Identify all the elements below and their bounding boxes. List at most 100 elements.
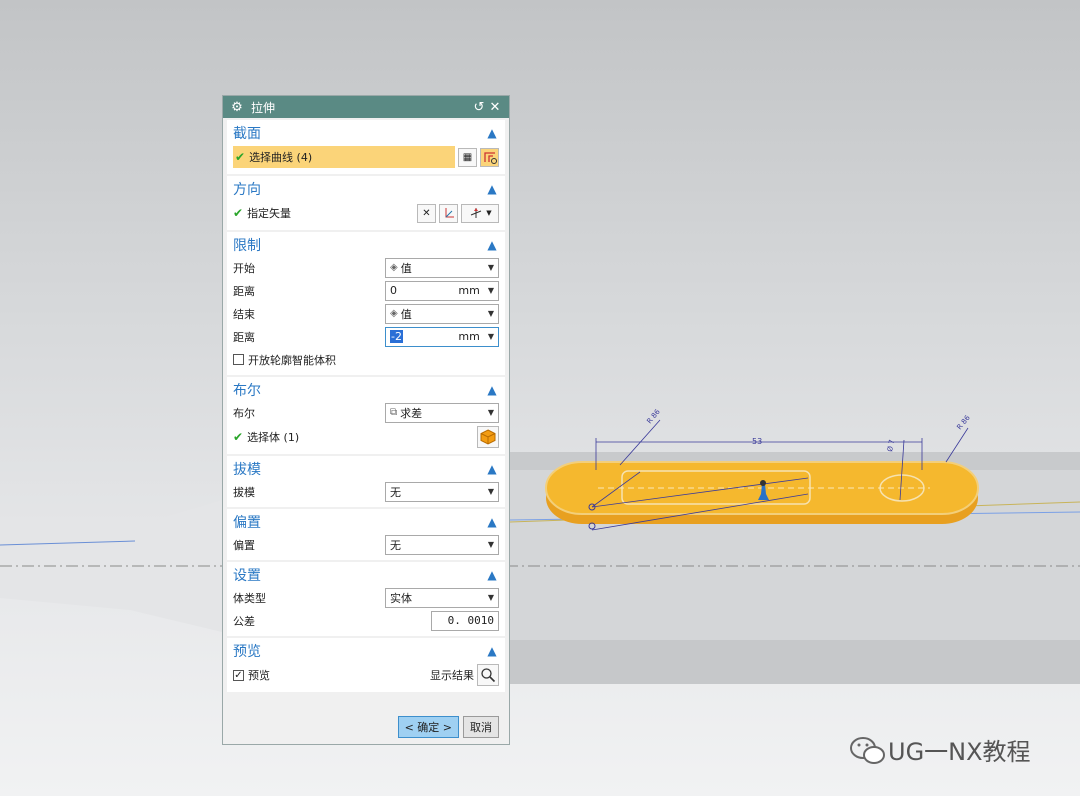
show-result-label: 显示结果 <box>430 669 474 682</box>
dialog-title: 拉伸 <box>251 100 276 115</box>
tolerance-label: 公差 <box>233 614 255 628</box>
preview-header[interactable]: 预览 ▲ <box>233 640 499 662</box>
settings-title: 设置 <box>233 568 261 584</box>
distance1-unit: mm <box>458 284 480 297</box>
chevron-up-icon[interactable]: ▲ <box>485 383 499 397</box>
cancel-button[interactable]: 取消 <box>463 716 499 738</box>
close-icon[interactable]: ✕ <box>487 100 503 115</box>
draft-title: 拔模 <box>233 462 261 478</box>
draft-panel: 拔模 ▲ 拔模 无 ▼ <box>227 456 505 507</box>
distance1-value: 0 <box>390 284 397 297</box>
offset-header[interactable]: 偏置 ▲ <box>233 511 499 533</box>
boolean-select-value: 求差 <box>400 406 423 420</box>
preview-checkbox[interactable]: ✓ <box>233 669 244 681</box>
limits-panel: 限制 ▲ 开始 ◈ 值 ▼ 距离 0 mm ▼ 结束 ◈ 值 ▼ 距离 -2 m… <box>227 232 505 375</box>
body-type-select[interactable]: 实体 ▼ <box>385 587 499 608</box>
end-select[interactable]: ◈ 值 ▼ <box>385 303 499 324</box>
chevron-down-icon: ▼ <box>487 286 494 295</box>
open-profile-label: 开放轮廓智能体积 <box>248 353 336 367</box>
chevron-up-icon[interactable]: ▲ <box>485 515 499 529</box>
direction-panel: 方向 ▲ ✔ 指定矢量 ✕ ▼ <box>227 176 505 230</box>
boolean-header[interactable]: 布尔 ▲ <box>233 379 499 401</box>
offset-label: 偏置 <box>233 538 255 552</box>
graphics-viewport[interactable]: 53 R 86 R 86 Ø 7 <box>0 0 1080 796</box>
dim-label-top-left: R 86 <box>645 407 662 425</box>
value-cube-icon: ◈ <box>390 262 398 273</box>
boolean-label: 布尔 <box>233 406 255 420</box>
specify-vector-label: 指定矢量 <box>247 207 292 220</box>
chevron-down-icon: ▼ <box>487 309 494 318</box>
curve-select-icon[interactable] <box>480 147 499 167</box>
preview-panel: 预览 ▲ ✓ 预览 显示结果 <box>227 638 505 692</box>
watermark-text: UG一NX教程 <box>888 738 1031 766</box>
offset-select-value: 无 <box>390 538 401 552</box>
draft-label: 拔模 <box>233 485 255 499</box>
boolean-title: 布尔 <box>233 383 261 399</box>
start-label: 开始 <box>233 261 255 275</box>
body-type-label: 体类型 <box>233 591 266 605</box>
chevron-down-icon: ▼ <box>487 487 494 496</box>
body-type-select-value: 实体 <box>390 591 412 605</box>
preview-title: 预览 <box>233 644 261 660</box>
distance1-label: 距离 <box>233 284 255 298</box>
magnifier-icon[interactable] <box>477 664 499 686</box>
ok-button[interactable]: < 确定 > <box>397 716 459 738</box>
offset-title: 偏置 <box>233 515 261 531</box>
subtract-icon: ⧉ <box>390 407 398 418</box>
chevron-up-icon[interactable]: ▲ <box>485 644 499 658</box>
vector-type-dropdown[interactable]: ▼ <box>461 203 499 223</box>
select-body-label: 选择体 (1) <box>247 431 300 444</box>
chevron-up-icon[interactable]: ▲ <box>485 462 499 476</box>
start-select-value: 值 <box>400 261 412 275</box>
distance2-input[interactable]: -2 mm ▼ <box>385 326 499 347</box>
reset-icon[interactable]: ↺ <box>471 100 487 115</box>
section-panel: 截面 ▲ ✔ 选择曲线 (4) ▦ <box>227 120 505 174</box>
chevron-down-icon: ▼ <box>487 540 494 549</box>
chevron-up-icon[interactable]: ▲ <box>485 126 499 140</box>
distance2-label: 距离 <box>233 330 255 344</box>
end-select-value: 值 <box>400 307 412 321</box>
open-profile-checkbox[interactable] <box>233 354 244 365</box>
watermark: UG一NX教程 <box>848 732 1031 767</box>
solid-body-icon[interactable] <box>477 426 499 448</box>
dim-label-53: 53 <box>752 437 762 446</box>
draft-header[interactable]: 拔模 ▲ <box>233 458 499 480</box>
draft-select[interactable]: 无 ▼ <box>385 481 499 502</box>
dialog-titlebar[interactable]: ⚙ 拉伸 ↺ ✕ <box>223 96 509 118</box>
limits-header[interactable]: 限制 ▲ <box>233 234 499 256</box>
start-select[interactable]: ◈ 值 ▼ <box>385 257 499 278</box>
select-curve-label: 选择曲线 (4) <box>249 151 313 164</box>
offset-select[interactable]: 无 ▼ <box>385 534 499 555</box>
direction-title: 方向 <box>233 182 261 198</box>
reverse-direction-icon[interactable]: ✕ <box>417 203 436 223</box>
sketch-section-icon[interactable]: ▦ <box>458 147 477 167</box>
chevron-up-icon[interactable]: ▲ <box>485 238 499 252</box>
direction-header[interactable]: 方向 ▲ <box>233 178 499 200</box>
check-icon: ✔ <box>233 430 244 444</box>
vector-handle-tip[interactable] <box>760 480 766 486</box>
extrude-dialog: ⚙ 拉伸 ↺ ✕ 截面 ▲ ✔ 选择曲线 (4) ▦ 方向 ▲ ✔ 指定矢量 ✕… <box>222 95 510 745</box>
chevron-down-icon: ▼ <box>487 263 494 272</box>
distance1-input[interactable]: 0 mm ▼ <box>385 280 499 301</box>
chevron-up-icon[interactable]: ▲ <box>485 568 499 582</box>
vector-dialog-icon[interactable] <box>439 203 458 223</box>
offset-panel: 偏置 ▲ 偏置 无 ▼ <box>227 509 505 560</box>
section-header[interactable]: 截面 ▲ <box>233 122 499 144</box>
tolerance-input[interactable]: 0. 0010 <box>431 610 499 631</box>
end-label: 结束 <box>233 307 255 321</box>
settings-panel: 设置 ▲ 体类型 实体 ▼ 公差 0. 0010 <box>227 562 505 636</box>
distance2-unit: mm <box>458 330 480 343</box>
settings-header[interactable]: 设置 ▲ <box>233 564 499 586</box>
distance2-value: -2 <box>390 330 403 343</box>
gear-icon: ⚙ <box>231 99 243 115</box>
section-title: 截面 <box>233 126 261 142</box>
boolean-select[interactable]: ⧉ 求差 ▼ <box>385 402 499 423</box>
check-icon: ✔ <box>235 150 246 164</box>
select-curve-field[interactable]: ✔ 选择曲线 (4) <box>233 146 455 168</box>
preview-label: 预览 <box>248 669 270 682</box>
model-canvas[interactable]: 53 R 86 R 86 Ø 7 <box>0 0 1080 796</box>
limits-title: 限制 <box>233 238 261 254</box>
chevron-up-icon[interactable]: ▲ <box>485 182 499 196</box>
boolean-panel: 布尔 ▲ 布尔 ⧉ 求差 ▼ ✔ 选择体 (1) <box>227 377 505 454</box>
wechat-icon <box>850 736 885 764</box>
